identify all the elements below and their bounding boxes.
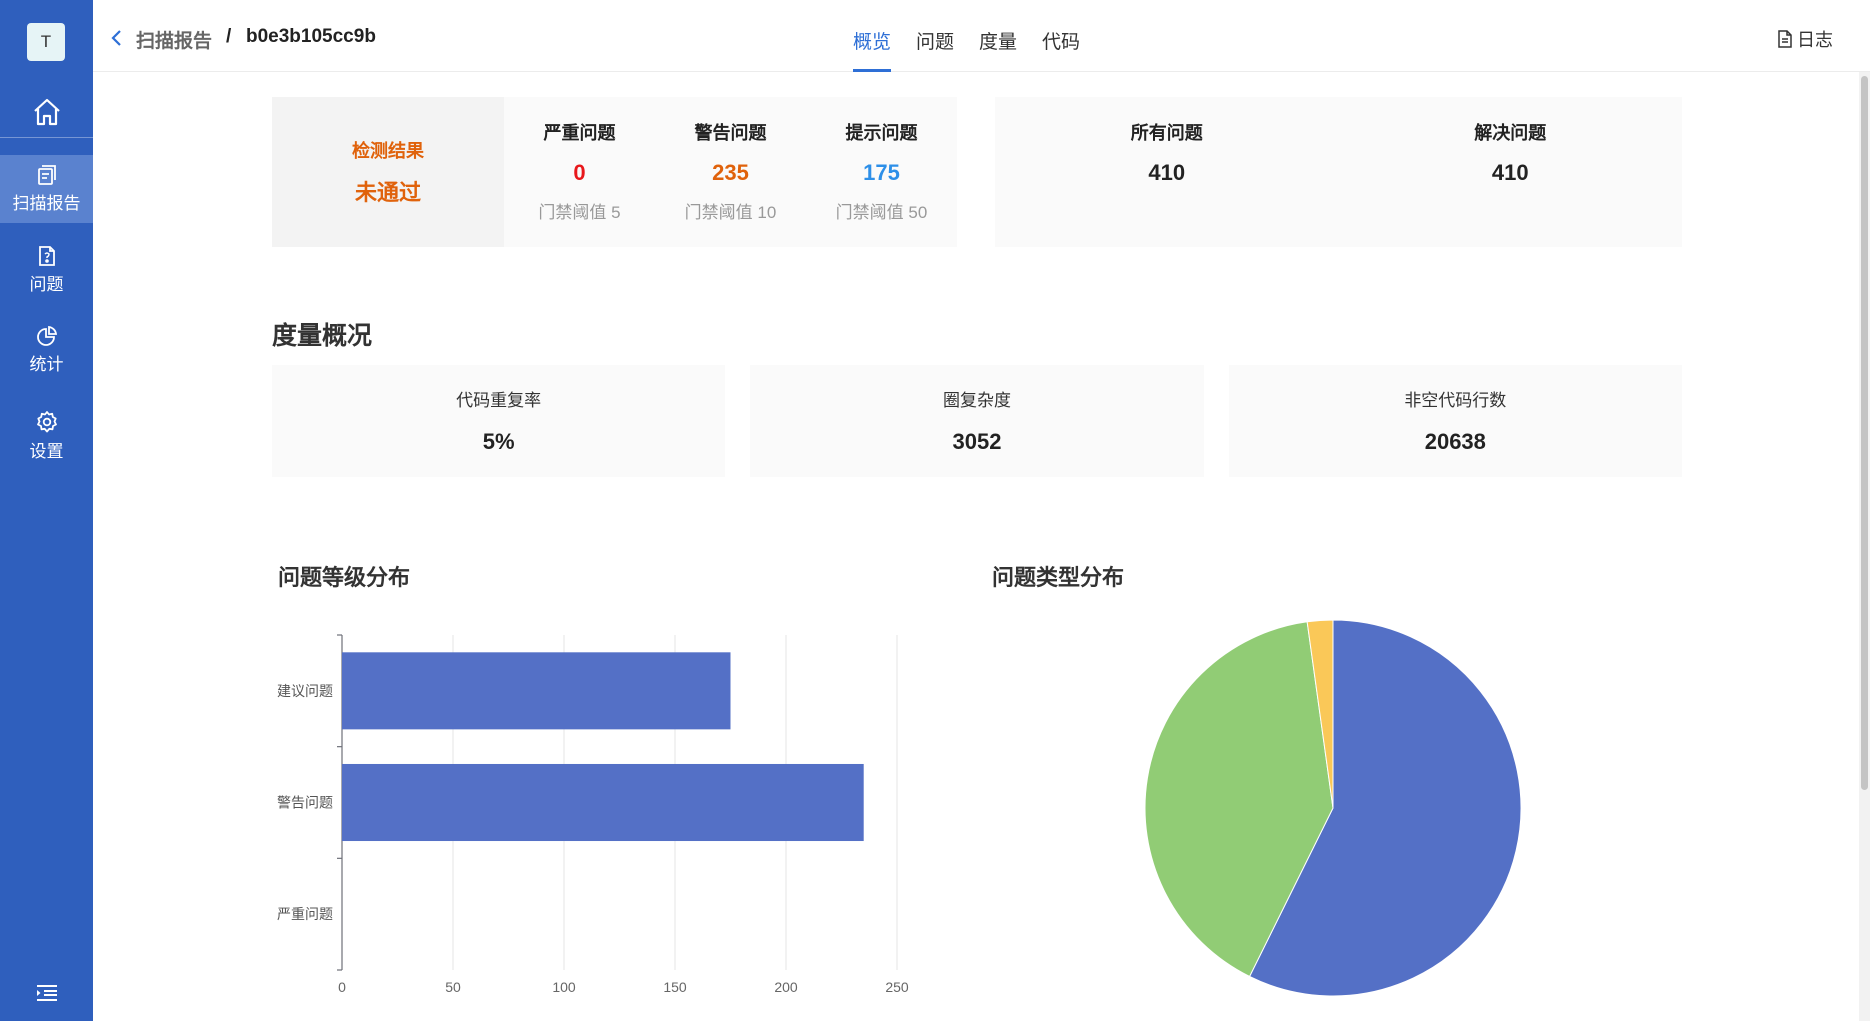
- home-button[interactable]: [0, 88, 93, 136]
- stat-hint[interactable]: 提示问题 175 门禁阈值 50: [806, 97, 957, 247]
- metric-label: 圈复杂度: [942, 391, 1011, 410]
- bar: [342, 763, 864, 842]
- avatar[interactable]: T: [27, 23, 65, 61]
- log-label: 日志: [1797, 30, 1833, 50]
- header: 扫描报告 / b0e3b105cc9b 概览 问题 度量 代码 日志: [93, 0, 1870, 72]
- x-tick-label: 100: [552, 979, 576, 995]
- sidebar-item-issues[interactable]: 问题: [0, 236, 93, 304]
- sidebar-item-label: 问题: [29, 275, 64, 294]
- stat-warning[interactable]: 警告问题 235 门禁阈值 10: [655, 97, 806, 247]
- metrics-row: 代码重复率 5% 圈复杂度 3052 非空代码行数 20638: [272, 365, 1682, 477]
- y-tick-label: 建议问题: [277, 683, 333, 699]
- tab-metrics[interactable]: 度量: [979, 0, 1017, 72]
- issue-file-icon: [38, 246, 55, 266]
- result-value: 未通过: [354, 180, 421, 205]
- detection-result: 检测结果 未通过: [272, 97, 504, 247]
- metric-value: 20638: [1424, 429, 1486, 454]
- y-tick-label: 警告问题: [277, 795, 333, 811]
- sidebar-divider: [0, 137, 93, 138]
- stat-resolved-issues[interactable]: 解决问题 410: [1339, 97, 1683, 247]
- tab-issues[interactable]: 问题: [916, 0, 954, 72]
- pie-chart-icon: [36, 325, 57, 346]
- sidebar-item-label: 设置: [29, 442, 64, 461]
- x-tick-label: 0: [338, 979, 346, 995]
- x-tick-label: 150: [663, 979, 687, 995]
- metric-value: 3052: [952, 429, 1002, 454]
- type-chart-title: 问题类型分布: [992, 565, 1125, 590]
- bar: [342, 652, 731, 730]
- stat-title: 提示问题: [845, 123, 918, 143]
- stat-threshold: 门禁阈值 5: [538, 203, 621, 222]
- issue-level-bar-chart: 0 50 100 150 200 250 建议问题警告问题严重问题: [277, 634, 909, 995]
- x-tick-label: 200: [774, 979, 798, 995]
- stat-title: 解决问题: [1474, 123, 1547, 143]
- gear-icon: [36, 411, 57, 433]
- stat-threshold: 门禁阈值 50: [835, 203, 928, 222]
- metrics-section-title: 度量概况: [272, 322, 373, 350]
- sidebar-item-label: 扫描报告: [12, 194, 81, 213]
- stat-all-issues[interactable]: 所有问题 410: [995, 97, 1339, 247]
- document-icon: [1778, 30, 1792, 48]
- sidebar-item-settings[interactable]: 设置: [0, 402, 93, 470]
- log-button[interactable]: 日志: [1777, 26, 1833, 52]
- stat-value: 410: [1148, 160, 1186, 185]
- metric-code-lines[interactable]: 非空代码行数 20638: [1228, 365, 1682, 477]
- level-chart-title: 问题等级分布: [278, 565, 411, 590]
- home-icon: [33, 98, 60, 126]
- scrollbar[interactable]: [1859, 72, 1870, 1021]
- tab-bar: 概览 问题 度量 代码: [853, 0, 1105, 72]
- metric-duplication[interactable]: 代码重复率 5%: [272, 365, 726, 477]
- metric-value: 5%: [482, 429, 515, 454]
- stat-value: 175: [863, 160, 900, 185]
- totals-card: 所有问题 410 解决问题 410: [995, 97, 1682, 247]
- breadcrumb-parent[interactable]: 扫描报告: [136, 26, 212, 53]
- stat-critical[interactable]: 严重问题 0 门禁阈值 5: [504, 97, 655, 247]
- x-tick-label: 250: [885, 979, 909, 995]
- tab-code[interactable]: 代码: [1042, 0, 1080, 72]
- y-tick-label: 严重问题: [277, 906, 333, 922]
- result-title: 检测结果: [352, 141, 424, 161]
- breadcrumb-separator: /: [226, 26, 232, 47]
- scrollbar-thumb[interactable]: [1861, 76, 1868, 790]
- stat-title: 所有问题: [1130, 123, 1203, 143]
- metric-complexity[interactable]: 圈复杂度 3052: [750, 365, 1204, 477]
- breadcrumb-current: b0e3b105cc9b: [246, 26, 376, 47]
- sidebar-item-label: 统计: [29, 355, 64, 374]
- stat-value: 235: [712, 160, 749, 185]
- metric-label: 非空代码行数: [1404, 391, 1507, 410]
- chevron-left-icon: [111, 30, 121, 46]
- tab-overview[interactable]: 概览: [853, 0, 892, 72]
- back-button[interactable]: [107, 26, 127, 50]
- gate-summary-card: 检测结果 未通过 严重问题 0 门禁阈值 5 警告问题 235 门禁阈值 10 …: [272, 97, 957, 247]
- stat-title: 严重问题: [543, 123, 616, 143]
- issue-type-pie-chart: [1144, 619, 1522, 997]
- stat-threshold: 门禁阈值 10: [684, 203, 777, 222]
- metric-label: 代码重复率: [456, 391, 542, 410]
- menu-indent-icon: [36, 985, 57, 1001]
- stat-value: 0: [573, 160, 586, 185]
- sidebar: T 扫描报告 问题 统计 设置: [0, 0, 93, 1021]
- report-icon: [37, 165, 56, 185]
- x-tick-label: 50: [445, 979, 461, 995]
- stat-value: 410: [1491, 160, 1529, 185]
- sidebar-item-scan-report[interactable]: 扫描报告: [0, 155, 93, 223]
- stat-title: 警告问题: [694, 123, 767, 143]
- collapse-menu-button[interactable]: [0, 975, 93, 1011]
- sidebar-item-statistics[interactable]: 统计: [0, 316, 93, 384]
